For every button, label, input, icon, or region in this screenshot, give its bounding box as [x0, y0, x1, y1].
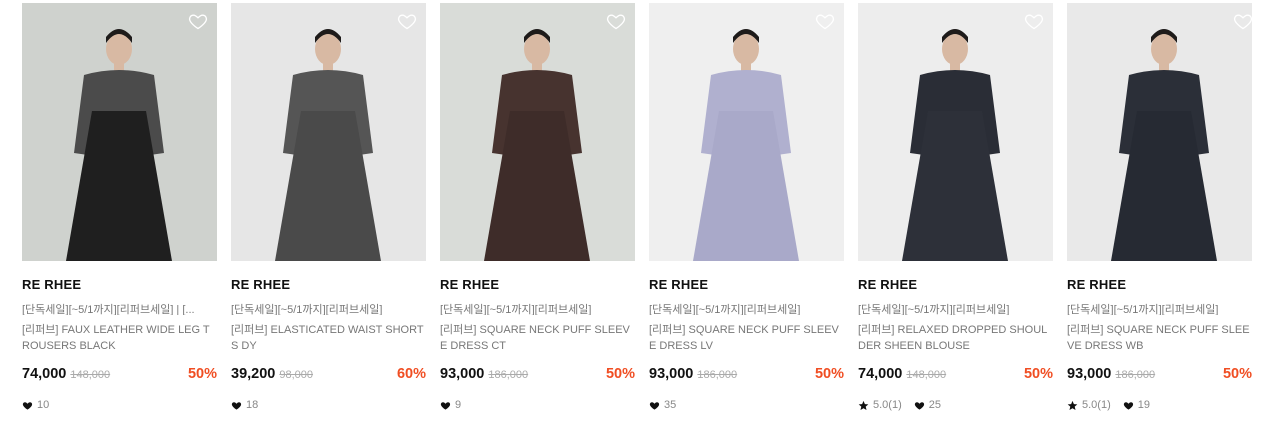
- product-meta: 9: [440, 398, 635, 412]
- promo-text: [단독세일][~5/1까지][리퍼브세일]: [1067, 304, 1219, 315]
- product-image[interactable]: [440, 3, 635, 261]
- discount-badge: 50%: [1023, 366, 1053, 382]
- price-row: 93,000 186,000 50%: [649, 366, 844, 386]
- sale-price: 74,000: [858, 366, 903, 382]
- product-card[interactable]: RE RHEE [단독세일][~5/1까지][리퍼브세일] [리퍼브] RELA…: [858, 3, 1053, 412]
- brand-name[interactable]: RE RHEE: [649, 277, 844, 293]
- product-meta: 35: [649, 398, 844, 412]
- heart-filled-icon: [231, 401, 242, 410]
- product-name[interactable]: [리퍼브] SQUARE NECK PUFF SLEEVE DRESS CT: [440, 322, 635, 354]
- product-card[interactable]: RE RHEE [단독세일][~5/1까지][리퍼브세일] [리퍼브] SQUA…: [1067, 3, 1252, 412]
- brand-name[interactable]: RE RHEE: [22, 277, 217, 293]
- star-filled-icon: [858, 400, 869, 410]
- product-image[interactable]: [22, 3, 217, 261]
- wishlist-heart-icon[interactable]: [188, 11, 208, 31]
- promo-text: [단독세일][~5/1까지][리퍼브세일]: [440, 304, 592, 315]
- rating-value: 5.0(1): [873, 399, 902, 411]
- product-meta: 18: [231, 398, 426, 412]
- product-card[interactable]: RE RHEE [단독세일][~5/1까지][리퍼브세일] | [... [리퍼…: [22, 3, 217, 412]
- original-price: 186,000: [697, 369, 738, 381]
- original-price: 186,000: [1115, 369, 1156, 381]
- price-row: 93,000 186,000 50%: [1067, 366, 1252, 386]
- original-price: 148,000: [70, 369, 111, 381]
- heart-filled-icon: [440, 401, 451, 410]
- discount-badge: 50%: [1222, 366, 1252, 382]
- rating: 5.0(1): [858, 399, 902, 411]
- discount-badge: 50%: [187, 366, 217, 382]
- likes: 35: [649, 399, 676, 411]
- price-row: 39,200 98,000 60%: [231, 366, 426, 386]
- product-image[interactable]: [858, 3, 1053, 261]
- product-card[interactable]: RE RHEE [단독세일][~5/1까지][리퍼브세일] [리퍼브] SQUA…: [649, 3, 844, 412]
- product-image[interactable]: [231, 3, 426, 261]
- product-photo: [22, 3, 217, 261]
- product-name[interactable]: [리퍼브] FAUX LEATHER WIDE LEG TROUSERS BLA…: [22, 322, 217, 354]
- wishlist-heart-icon[interactable]: [606, 11, 626, 31]
- original-price: 148,000: [906, 369, 947, 381]
- product-image[interactable]: [649, 3, 844, 261]
- product-photo: [649, 3, 844, 261]
- sale-price: 93,000: [649, 366, 694, 382]
- like-count: 9: [455, 399, 462, 411]
- product-photo: [1067, 3, 1252, 261]
- like-count: 19: [1137, 399, 1150, 411]
- heart-filled-icon: [1123, 401, 1133, 410]
- heart-filled-icon: [649, 401, 660, 410]
- likes: 25: [914, 399, 941, 411]
- brand-name[interactable]: RE RHEE: [440, 277, 635, 293]
- product-grid: RE RHEE [단독세일][~5/1까지][리퍼브세일] | [... [리퍼…: [22, 3, 1252, 412]
- wishlist-heart-icon[interactable]: [815, 11, 835, 31]
- original-price: 98,000: [279, 369, 314, 381]
- price-row: 93,000 186,000 50%: [440, 366, 635, 386]
- price-row: 74,000 148,000 50%: [858, 366, 1053, 386]
- product-card[interactable]: RE RHEE [단독세일][~5/1까지][리퍼브세일] [리퍼브] ELAS…: [231, 3, 426, 412]
- heart-filled-icon: [22, 401, 33, 410]
- promo-text: [단독세일][~5/1까지][리퍼브세일]: [858, 304, 1010, 315]
- sale-price: 93,000: [1067, 366, 1112, 382]
- product-photo: [858, 3, 1053, 261]
- brand-name[interactable]: RE RHEE: [1067, 277, 1252, 293]
- product-meta: 10: [22, 398, 217, 412]
- product-meta: 5.0(1) 19: [1067, 398, 1252, 412]
- likes: 10: [22, 399, 49, 411]
- product-name[interactable]: [리퍼브] SQUARE NECK PUFF SLEEVE DRESS WB: [1067, 322, 1252, 354]
- sale-price: 74,000: [22, 366, 67, 382]
- rating-value: 5.0(1): [1082, 399, 1111, 411]
- product-name[interactable]: [리퍼브] SQUARE NECK PUFF SLEEVE DRESS LV: [649, 322, 844, 354]
- wishlist-heart-icon[interactable]: [397, 11, 417, 31]
- discount-badge: 50%: [605, 366, 635, 382]
- likes: 9: [440, 399, 461, 411]
- wishlist-heart-icon[interactable]: [1024, 11, 1044, 31]
- discount-badge: 60%: [396, 366, 426, 382]
- product-photo: [440, 3, 635, 261]
- brand-name[interactable]: RE RHEE: [231, 277, 426, 293]
- brand-name[interactable]: RE RHEE: [858, 277, 1053, 293]
- product-name[interactable]: [리퍼브] ELASTICATED WAIST SHORTS DY: [231, 322, 426, 354]
- likes: 18: [231, 399, 258, 411]
- likes: 19: [1123, 399, 1150, 411]
- star-filled-icon: [1067, 400, 1078, 410]
- like-count: 25: [928, 399, 941, 411]
- product-meta: 5.0(1) 25: [858, 398, 1053, 412]
- product-name[interactable]: [리퍼브] RELAXED DROPPED SHOULDER SHEEN BLO…: [858, 322, 1053, 354]
- sale-price: 93,000: [440, 366, 485, 382]
- product-card[interactable]: RE RHEE [단독세일][~5/1까지][리퍼브세일] [리퍼브] SQUA…: [440, 3, 635, 412]
- promo-text: [단독세일][~5/1까지][리퍼브세일]: [231, 304, 383, 315]
- promo-text: [단독세일][~5/1까지][리퍼브세일]: [649, 304, 801, 315]
- discount-badge: 50%: [814, 366, 844, 382]
- original-price: 186,000: [488, 369, 529, 381]
- wishlist-heart-icon[interactable]: [1233, 11, 1252, 31]
- heart-filled-icon: [914, 401, 924, 410]
- like-count: 10: [37, 399, 50, 411]
- like-count: 18: [246, 399, 259, 411]
- like-count: 35: [664, 399, 677, 411]
- price-row: 74,000 148,000 50%: [22, 366, 217, 386]
- product-photo: [231, 3, 426, 261]
- promo-text: [단독세일][~5/1까지][리퍼브세일] | [...: [22, 304, 195, 315]
- rating: 5.0(1): [1067, 399, 1111, 411]
- product-image[interactable]: [1067, 3, 1252, 261]
- sale-price: 39,200: [231, 366, 276, 382]
